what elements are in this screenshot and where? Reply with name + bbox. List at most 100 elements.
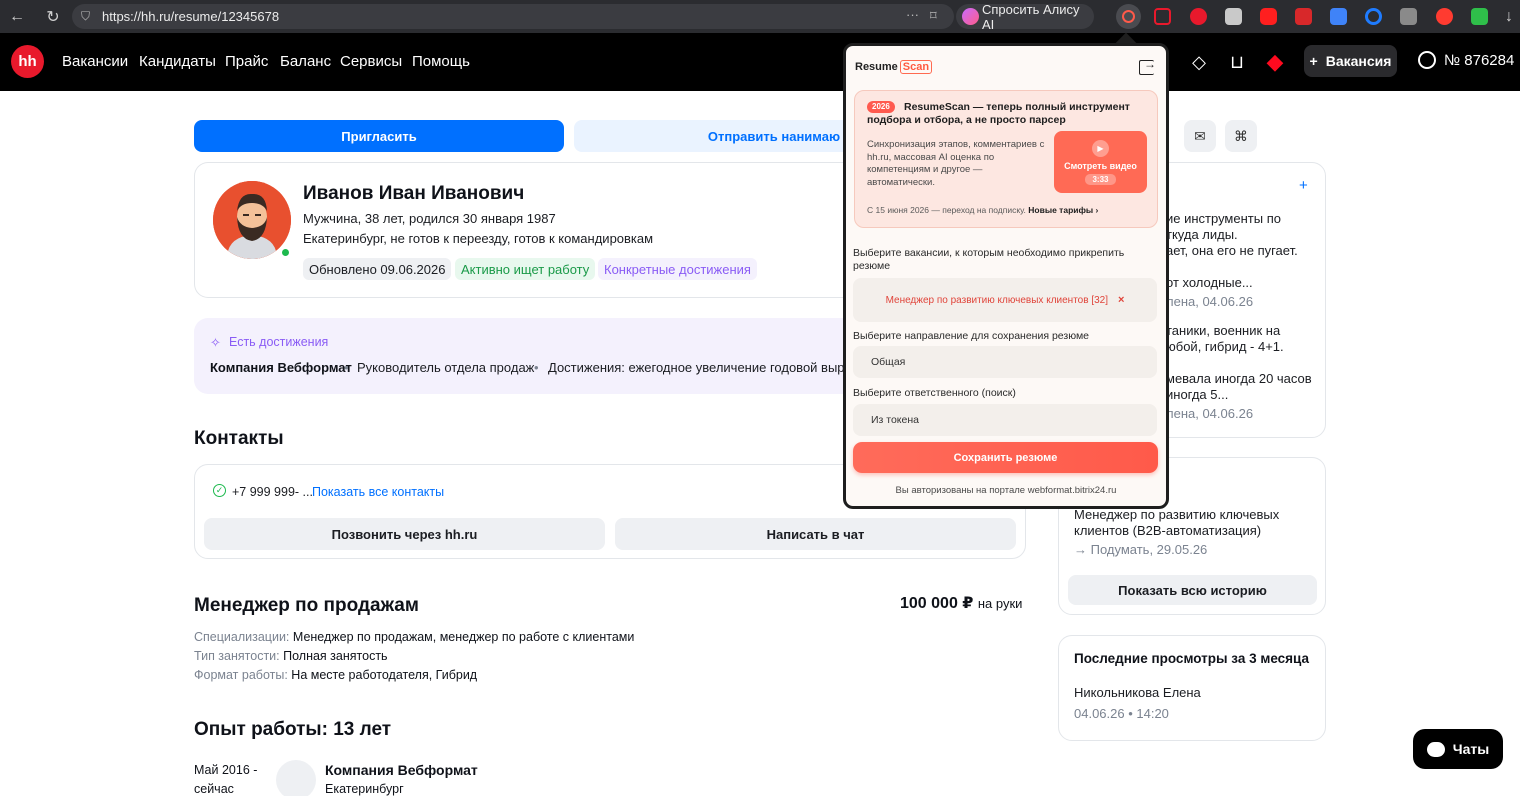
salary-suffix: на руки bbox=[977, 596, 1023, 611]
tomato-icon[interactable] bbox=[1436, 8, 1453, 25]
experience-period-start: Май 2016 - bbox=[194, 763, 258, 777]
status-badge: Активно ищет работу bbox=[455, 258, 596, 280]
extension-icon-8[interactable] bbox=[1400, 8, 1417, 25]
browser-toolbar: ← ↻ ⛉ https://hh.ru/resume/12345678 ··· … bbox=[0, 0, 1520, 33]
nav-help[interactable]: Помощь bbox=[412, 53, 470, 70]
position-title: Менеджер по продажам bbox=[194, 595, 419, 616]
salary-value: 100 000 ₽ bbox=[900, 595, 974, 612]
contacts-title: Контакты bbox=[194, 428, 284, 449]
account-number: № 876284 bbox=[1444, 51, 1515, 69]
experience-company: Компания Вебформат bbox=[325, 762, 478, 778]
plus-icon: + bbox=[1309, 53, 1318, 69]
chats-button[interactable]: Чаты bbox=[1413, 729, 1503, 769]
candidate-location: Екатеринбург, не готов к переезду, готов… bbox=[303, 231, 654, 246]
achievements-title: Есть достижения bbox=[229, 335, 329, 349]
invite-button[interactable]: Пригласить bbox=[194, 120, 564, 152]
mail-icon[interactable]: ✉ bbox=[1184, 120, 1216, 152]
direction-select[interactable]: Общая bbox=[853, 346, 1157, 378]
add-comment-icon[interactable]: + bbox=[1299, 177, 1308, 194]
nav-price[interactable]: Прайс bbox=[225, 53, 268, 70]
watch-video-button[interactable]: ▶ Смотреть видео 3:33 bbox=[1054, 131, 1147, 193]
extension-icon-6[interactable] bbox=[1330, 8, 1347, 25]
format-row: Формат работы: На месте работодателя, Ги… bbox=[194, 668, 477, 682]
spec-label: Специализации: bbox=[194, 630, 290, 644]
network-icon[interactable]: ⌘ bbox=[1225, 120, 1257, 152]
promo-banner: 2026 ResumeScan — теперь полный инструме… bbox=[854, 90, 1158, 228]
download-icon[interactable]: ↓ bbox=[1500, 6, 1518, 28]
logo-part-a: Resume bbox=[855, 61, 898, 73]
history-vacancy-line1[interactable]: Менеджер по развитию ключевых bbox=[1074, 507, 1279, 523]
logo-part-b: Scan bbox=[899, 60, 933, 74]
create-vacancy-button[interactable]: + Вакансия bbox=[1304, 45, 1397, 77]
resumescan-extension-icon[interactable] bbox=[1116, 4, 1141, 29]
show-contacts-link[interactable]: Показать все контакты bbox=[312, 485, 444, 499]
comment-text: ает, она его не пугает. bbox=[1166, 243, 1298, 258]
diamond-icon[interactable]: ◆ bbox=[1264, 49, 1286, 74]
achievements-badge: Конкретные достижения bbox=[598, 258, 757, 280]
url-text: https://hh.ru/resume/12345678 bbox=[102, 9, 280, 24]
logout-icon[interactable]: → bbox=[1139, 57, 1156, 75]
more-icon[interactable]: ··· bbox=[906, 7, 919, 22]
resumescan-logo: Resume Scan bbox=[855, 60, 933, 74]
play-icon: ▶ bbox=[1092, 140, 1109, 157]
avatar bbox=[213, 181, 291, 259]
spec-value: Менеджер по продажам, менеджер по работе… bbox=[292, 630, 635, 644]
banner-footer: С 15 июня 2026 — переход на подписку. Но… bbox=[867, 205, 1098, 215]
extension-icon-3[interactable] bbox=[1225, 8, 1242, 25]
achievements-block: ✧ Есть достижения Компания Вебформат • Р… bbox=[194, 318, 851, 394]
updated-badge: Обновлено 09.06.2026 bbox=[303, 258, 452, 280]
shield-icon: ⛉ bbox=[81, 9, 91, 23]
account-menu[interactable]: № 876284 bbox=[1418, 51, 1514, 69]
nav-vacancies[interactable]: Вакансии bbox=[62, 53, 128, 70]
cart-icon[interactable]: ⊔ bbox=[1226, 51, 1248, 73]
vacancy-select[interactable]: Менеджер по развитию ключевых клиентов [… bbox=[853, 278, 1157, 322]
extension-icon-5[interactable] bbox=[1295, 8, 1312, 25]
nav-candidates[interactable]: Кандидаты bbox=[139, 53, 216, 70]
banner-title: ResumeScan — теперь полный инструмент по… bbox=[867, 101, 1130, 126]
call-button[interactable]: Позвонить через hh.ru bbox=[204, 518, 605, 550]
nav-services[interactable]: Сервисы bbox=[340, 53, 402, 70]
extension-icon-1[interactable] bbox=[1154, 8, 1171, 25]
reload-icon[interactable]: ↻ bbox=[42, 6, 64, 28]
candidate-name: Иванов Иван Иванович bbox=[303, 183, 525, 204]
show-history-button[interactable]: Показать всю историю bbox=[1068, 575, 1317, 605]
banner-text: Синхронизация этапов, комментариев с hh.… bbox=[867, 139, 1045, 188]
resumescan-popup: Resume Scan → 2026 ResumeScan — теперь по… bbox=[843, 43, 1169, 509]
address-bar[interactable]: ⛉ https://hh.ru/resume/12345678 ··· ⌑ bbox=[72, 4, 954, 29]
comment-text: юбой, гибрид - 4+1. bbox=[1166, 339, 1284, 354]
auth-status: Вы авторизованы на портале webformat.bit… bbox=[895, 485, 1117, 496]
youtube-icon[interactable] bbox=[1260, 8, 1277, 25]
chat-button[interactable]: Написать в чат bbox=[615, 518, 1016, 550]
save-resume-button[interactable]: Сохранить резюме bbox=[853, 442, 1158, 473]
extension-icon-7[interactable] bbox=[1365, 8, 1382, 25]
direction-label: Выберите направление для сохранения резю… bbox=[853, 330, 1090, 342]
employment-row: Тип занятости: Полная занятость bbox=[194, 649, 388, 663]
experience-period-end: сейчас bbox=[194, 782, 234, 796]
vacancy-select-label: Выберите вакансии, к которым необходимо … bbox=[853, 247, 1125, 272]
tag-icon[interactable]: ◇ bbox=[1188, 51, 1210, 73]
comment-meta: лена, 04.06.26 bbox=[1166, 406, 1254, 421]
alice-label: Спросить Алису AI bbox=[982, 1, 1080, 32]
responsible-input[interactable]: Из токена bbox=[853, 404, 1157, 436]
viewer-name: Никольникова Елена bbox=[1074, 685, 1201, 700]
comment-text: мевала иногда 20 часов bbox=[1166, 371, 1312, 386]
comment-text: от холодные... bbox=[1166, 275, 1253, 290]
nav-balance[interactable]: Баланс bbox=[280, 53, 331, 70]
extension-icon-10[interactable] bbox=[1471, 8, 1488, 25]
phone-number: +7 999 999- ... bbox=[232, 485, 313, 499]
candidate-info: Мужчина, 38 лет, родился 30 января 1987 bbox=[303, 211, 556, 226]
company-logo bbox=[276, 760, 316, 796]
history-vacancy-line2[interactable]: клиентов (B2B-автоматизация) bbox=[1074, 523, 1261, 539]
video-duration: 3:33 bbox=[1085, 174, 1116, 185]
extension-icon-2[interactable] bbox=[1190, 8, 1207, 25]
back-icon[interactable]: ← bbox=[6, 6, 28, 28]
bookmark-icon[interactable]: ⌑ bbox=[930, 8, 937, 24]
new-tariffs-link[interactable]: Новые тарифы › bbox=[1028, 205, 1098, 215]
achievements-text: Достижения: ежегодное увеличение годовой… bbox=[548, 360, 851, 375]
alice-button[interactable]: Спросить Алису AI bbox=[956, 1, 1094, 32]
create-vacancy-label: Вакансия bbox=[1325, 53, 1392, 69]
remove-tag-icon[interactable]: × bbox=[1118, 294, 1124, 306]
comment-text: ие инструменты по bbox=[1166, 211, 1281, 226]
chat-bubble-icon bbox=[1426, 741, 1445, 757]
hh-logo[interactable]: hh bbox=[11, 45, 44, 78]
